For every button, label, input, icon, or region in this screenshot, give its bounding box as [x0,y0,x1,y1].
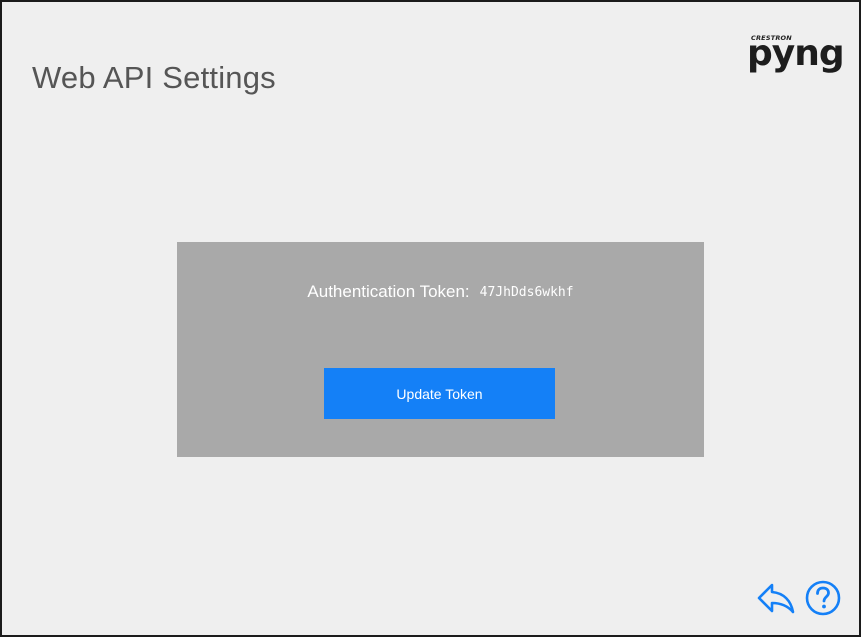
token-panel: Authentication Token: 47JhDds6wkhf Update… [177,242,704,457]
token-label: Authentication Token: [307,282,470,301]
screen-frame: Web API Settings CRESTRON pyng Authentic… [0,0,861,637]
help-button[interactable] [804,579,842,617]
page-title: Web API Settings [32,60,276,95]
logo-product-text: pyng [747,33,845,74]
question-circle-icon [804,579,842,617]
token-row: Authentication Token: 47JhDds6wkhf [177,282,704,302]
back-button[interactable] [756,581,796,615]
crestron-pyng-logo: CRESTRON pyng [747,30,845,90]
back-arrow-icon [756,581,796,615]
update-token-button[interactable]: Update Token [324,368,555,419]
token-value: 47JhDds6wkhf [479,284,574,300]
